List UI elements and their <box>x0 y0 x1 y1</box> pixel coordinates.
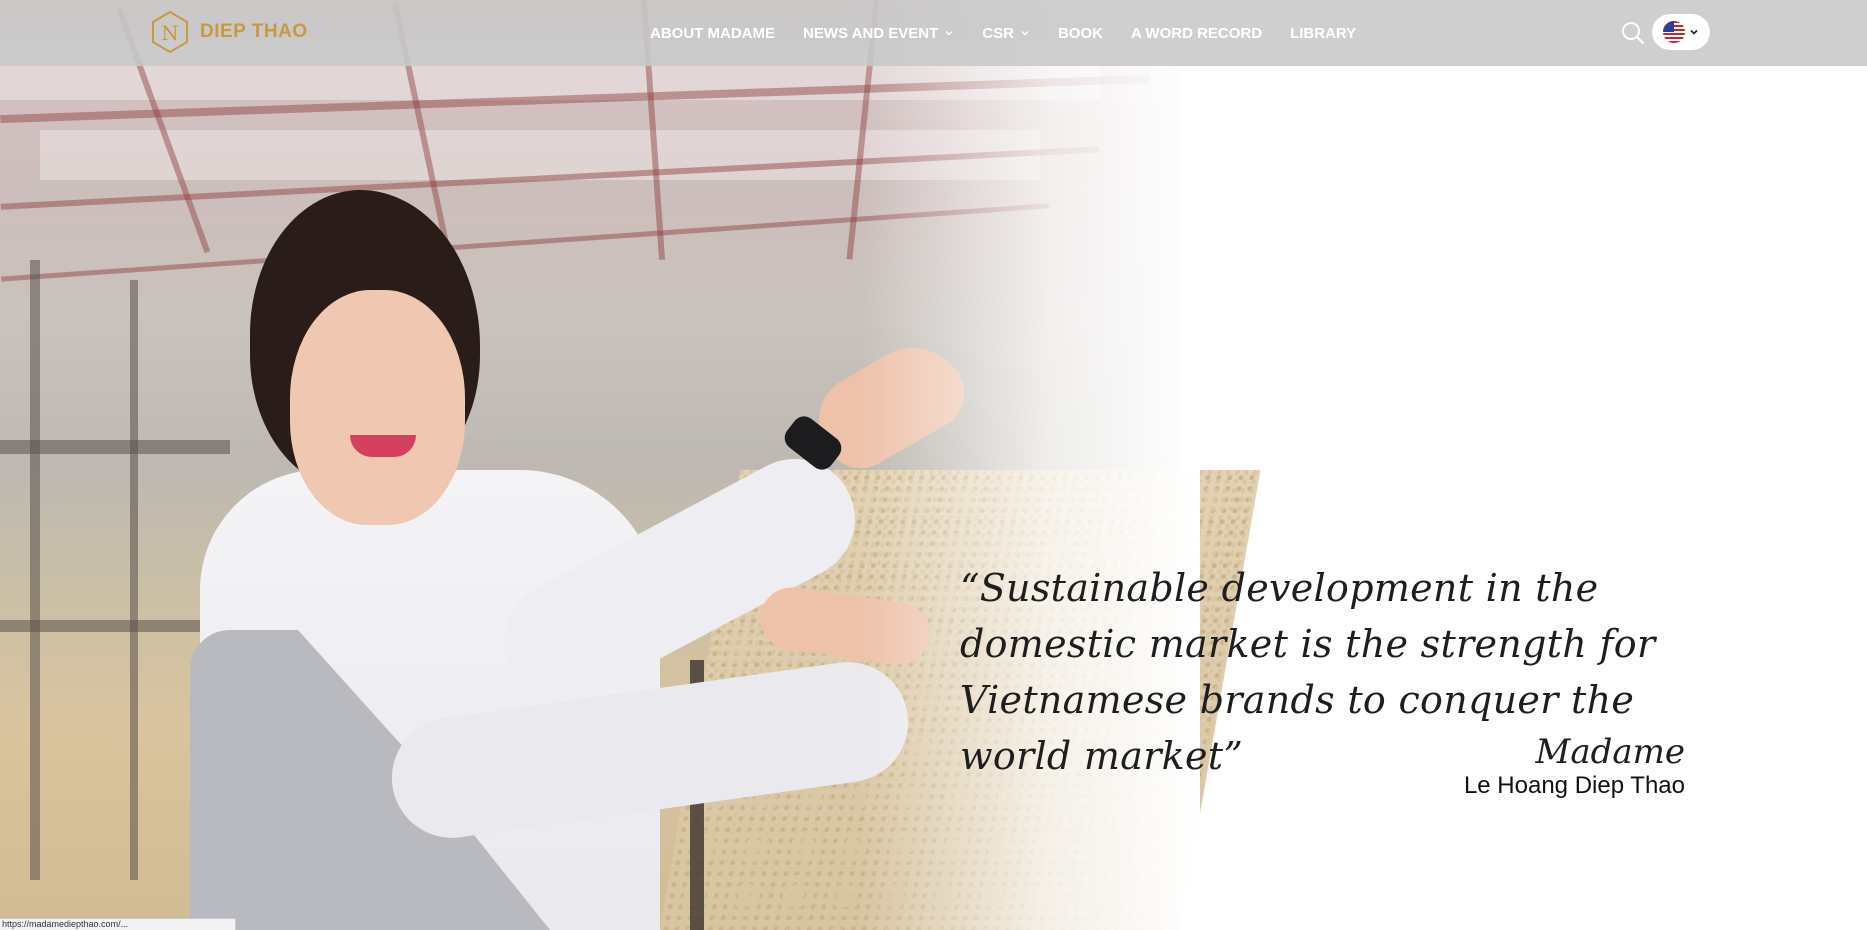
logo-letter: N <box>161 21 179 45</box>
signature-name: Le Hoang Diep Thao <box>1463 772 1685 799</box>
nav-label: BOOK <box>1057 24 1103 42</box>
signature-title: Madame <box>1535 732 1685 772</box>
site-header: N DIEP THAO ABOUT MADAME NEWS AND EVENT … <box>0 0 1867 66</box>
nav-news-and-event[interactable]: NEWS AND EVENT <box>803 25 954 42</box>
hexagon-logo-icon: N <box>150 10 190 54</box>
search-icon <box>1622 22 1644 44</box>
language-selector[interactable] <box>1652 14 1710 50</box>
chevron-down-icon <box>1021 31 1029 36</box>
nav-label: CSR <box>982 24 1014 42</box>
photo-fade <box>860 0 1200 930</box>
nav-label: LIBRARY <box>1290 24 1357 42</box>
nav-label: A WORD RECORD <box>1130 24 1263 42</box>
drying-rack <box>30 260 40 880</box>
face <box>290 290 465 525</box>
logo-text: DIEP THAO <box>200 21 308 42</box>
search-button[interactable] <box>1620 20 1646 46</box>
nav-label: NEWS AND EVENT <box>803 24 939 42</box>
chevron-down-icon <box>945 31 953 36</box>
main-nav: ABOUT MADAME NEWS AND EVENT CSR BOOK A W… <box>650 0 1356 66</box>
nav-label: ABOUT MADAME <box>650 24 775 42</box>
portrait-figure <box>190 190 978 930</box>
us-flag-icon <box>1663 21 1685 43</box>
chevron-down-icon <box>1690 29 1698 35</box>
drying-rack <box>130 280 138 880</box>
site-logo[interactable]: N DIEP THAO <box>150 9 308 55</box>
nav-a-word-record[interactable]: A WORD RECORD <box>1131 25 1262 42</box>
nav-csr[interactable]: CSR <box>982 25 1030 42</box>
nav-about-madame[interactable]: ABOUT MADAME <box>650 25 775 42</box>
nav-library[interactable]: LIBRARY <box>1290 25 1356 42</box>
browser-status-bar: https://madamediepthao.com/... <box>0 918 236 930</box>
nav-book[interactable]: BOOK <box>1058 25 1103 42</box>
